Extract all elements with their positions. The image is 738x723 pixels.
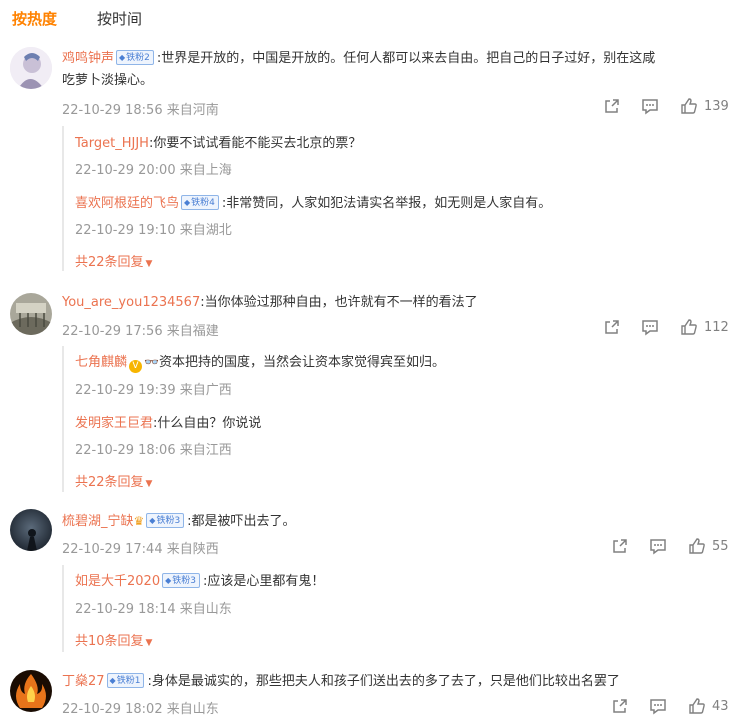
reply-item: Target_HJJH:你要不试试看能不能买去北京的票？ [75,132,361,151]
comment-text: :当你体验过那种自由，也许就有不一样的看法了 [200,295,478,310]
share-button[interactable] [603,97,621,115]
comment-text: :世界是开放的，中国是开放的。任何人都可以来去自由。把自己的日子过好，别在这咸 [156,51,656,66]
like-button[interactable]: 112 [680,318,729,336]
diamond-icon: ◆ [149,516,156,525]
more-replies-link[interactable]: 共22条回复 ▼ [75,251,152,270]
reply-username[interactable]: 发明家王巨君 [75,416,153,431]
reply-text: :你要不试试看能不能买去北京的票？ [148,136,362,151]
comment-username[interactable]: You_are_you1234567 [62,295,200,310]
verified-badge-icon: V [129,360,143,373]
like-icon [689,698,705,714]
reply-text: :应该是心里都有鬼！ [202,574,325,589]
comment-button[interactable] [649,697,667,715]
fan-badge: ◆铁粉1 [106,673,145,688]
more-replies-link[interactable]: 共10条回复 ▼ [75,630,152,649]
like-icon [681,98,697,114]
comment-button[interactable] [649,537,667,555]
reply-thread [62,565,66,652]
like-icon [689,538,705,554]
reply-thread [62,346,66,492]
diamond-icon: ◆ [109,676,116,685]
comment-text: :身体是最诚实的，那些把夫人和孩子们送出去的多了去了，只是他们比较出名罢了 [147,674,620,689]
diamond-icon: ◆ [119,53,126,62]
fan-badge: ◆铁粉4 [181,195,219,210]
fan-badge: ◆铁粉3 [162,573,200,588]
comment-meta: 22-10-29 17:56 来自福建 [62,324,219,339]
like-count: 112 [704,319,729,335]
diamond-icon: ◆ [165,576,172,585]
fan-badge: ◆铁粉2 [116,50,154,65]
more-replies-link[interactable]: 共22条回复 ▼ [75,471,152,490]
caret-down-icon: ▼ [145,259,153,269]
like-icon [681,319,697,335]
reply-meta: 22-10-29 19:39 来自广西 [75,383,232,398]
like-button[interactable]: 55 [688,537,729,555]
like-button[interactable]: 139 [680,97,729,115]
comment-username[interactable]: 梳碧湖_宁缺 [62,514,134,529]
tab-by-time[interactable]: 按时间 [97,8,142,29]
comment-text-continued: 吃萝卜淡操心。 [62,73,154,88]
reply-thread [62,126,66,271]
share-button[interactable] [611,697,629,715]
reply-username[interactable]: 七角麒麟 [75,355,127,370]
reply-username[interactable]: 如是大千2020 [75,574,160,589]
caret-down-icon: ▼ [145,479,153,489]
caret-down-icon: ▼ [145,638,153,648]
reply-item: 喜欢阿根廷的飞鸟 ◆铁粉4:非常赞同，人家如犯法请实名举报，如无则是人家自有。 [75,192,551,211]
reply-text: 资本把持的国度，当然会让资本家觉得宾至如归。 [158,355,445,370]
avatar[interactable] [10,509,52,551]
comment-button[interactable] [641,318,659,336]
comment-meta: 22-10-29 17:44 来自陕西 [62,542,219,557]
like-count: 43 [712,698,729,714]
share-icon [613,539,627,553]
reply-username[interactable]: 喜欢阿根廷的飞鸟 [75,196,179,211]
crown-icon: ♛ [133,514,145,528]
reply-item: 如是大千2020 ◆铁粉3:应该是心里都有鬼！ [75,570,324,589]
comment-icon [642,320,658,336]
reply-item: 七角麒麟 V 👓资本把持的国度，当然会让资本家觉得宾至如归。 [75,351,445,373]
share-icon [605,99,619,113]
share-icon [613,699,627,713]
glasses-emoji-icon: 👓 [144,355,159,369]
share-button[interactable] [611,537,629,555]
comment-username[interactable]: 鸡鸣钟声 [62,51,114,66]
fan-badge: ◆铁粉3 [146,513,185,528]
diamond-icon: ◆ [184,198,191,207]
avatar[interactable] [10,670,52,712]
like-count: 55 [712,538,729,554]
comment-button[interactable] [641,97,659,115]
reply-item: 发明家王巨君:什么自由？你说说 [75,412,261,431]
reply-text: :非常赞同，人家如犯法请实名举报，如无则是人家自有。 [221,196,552,211]
reply-meta: 22-10-29 20:00 来自上海 [75,163,232,178]
comment-icon [650,699,666,715]
comment-meta: 22-10-29 18:56 来自河南 [62,103,219,118]
comment-text: :都是被吓出去了。 [187,514,296,529]
avatar[interactable] [10,293,52,335]
reply-username[interactable]: Target_HJJH [75,136,149,151]
comment-icon [642,99,658,115]
reply-meta: 22-10-29 18:06 来自江西 [75,443,232,458]
reply-meta: 22-10-29 19:10 来自湖北 [75,223,232,238]
like-button[interactable]: 43 [688,697,729,715]
like-count: 139 [704,98,729,114]
comment-meta: 22-10-29 18:02 来自山东 [62,702,219,717]
reply-meta: 22-10-29 18:14 来自山东 [75,602,232,617]
share-icon [605,320,619,334]
comment-username[interactable]: 丁燊27 [62,674,105,689]
avatar[interactable] [10,47,52,89]
comment-icon [650,539,666,555]
share-button[interactable] [603,318,621,336]
tab-by-hot[interactable]: 按热度 [12,8,57,29]
reply-text: :什么自由？你说说 [153,416,262,431]
